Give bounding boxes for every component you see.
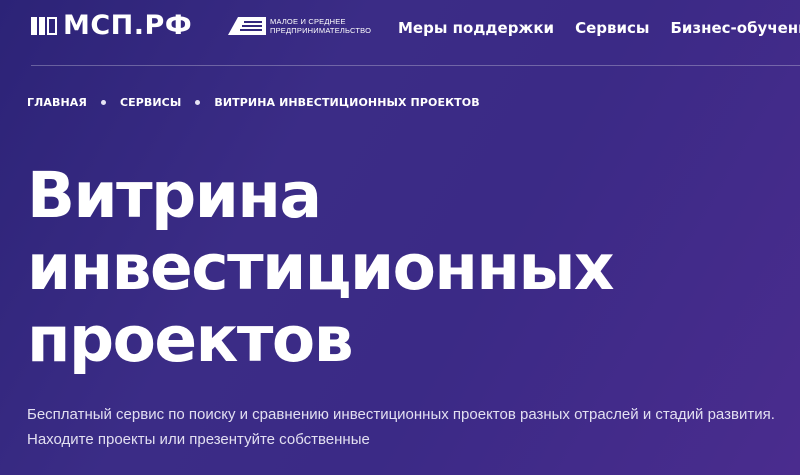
msp-corporation-icon [228, 17, 266, 35]
nav-item-support-measures[interactable]: Меры поддержки [398, 18, 554, 38]
logo-icon [31, 17, 57, 35]
breadcrumb-item-current: ВИТРИНА ИНВЕСТИЦИОННЫХ ПРОЕКТОВ [214, 96, 480, 109]
breadcrumb-separator [100, 100, 106, 105]
main-nav: Меры поддержки Сервисы Бизнес-обучение [398, 18, 800, 38]
site-header: МСП.РФ МАЛОЕ И СРЕДНЕЕ ПРЕДПРИНИМАТЕЛЬСТ… [0, 0, 800, 60]
msp-badge[interactable]: МАЛОЕ И СРЕДНЕЕ ПРЕДПРИНИМАТЕЛЬСТВО [228, 14, 372, 38]
page-title-line: проектов [27, 303, 354, 376]
breadcrumb-item-services[interactable]: СЕРВИСЫ [120, 96, 181, 109]
msp-badge-text: МАЛОЕ И СРЕДНЕЕ ПРЕДПРИНИМАТЕЛЬСТВО [270, 17, 372, 35]
header-divider [31, 65, 800, 66]
page-title-line: Витрина [27, 159, 322, 232]
breadcrumb: ГЛАВНАЯ СЕРВИСЫ ВИТРИНА ИНВЕСТИЦИОННЫХ П… [27, 96, 480, 109]
site-logo[interactable]: МСП.РФ [31, 12, 192, 40]
breadcrumb-item-home[interactable]: ГЛАВНАЯ [27, 96, 87, 109]
nav-item-business-education[interactable]: Бизнес-обучение [670, 18, 800, 38]
page-title: Витрина инвестиционных проектов [27, 159, 615, 376]
breadcrumb-separator [195, 100, 201, 105]
logo-text: МСП.РФ [63, 10, 193, 41]
page-description: Бесплатный сервис по поиску и сравнению … [27, 406, 775, 448]
page-title-line: инвестиционных [27, 231, 615, 304]
nav-item-services[interactable]: Сервисы [575, 18, 649, 38]
